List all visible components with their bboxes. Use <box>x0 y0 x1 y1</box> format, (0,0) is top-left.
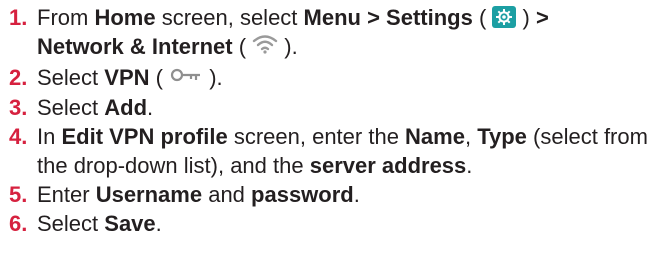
step-3: 3. Select Add. <box>9 93 653 122</box>
step-text: and <box>202 182 252 208</box>
step-bold-text: Username <box>95 182 203 208</box>
step-text: In <box>37 124 62 150</box>
vpn-key-icon <box>169 62 203 91</box>
step-text: ( <box>232 34 253 59</box>
step-number: 1. <box>9 5 28 30</box>
step-text: screen, enter the <box>227 124 406 150</box>
step-text: Select <box>37 95 105 121</box>
step-bold-text: password <box>251 182 354 208</box>
step-5: 5. Enter Username and password. <box>9 180 653 209</box>
step-number: 3. <box>9 95 28 121</box>
instruction-list: 1. From Home screen, select Menu > Setti… <box>9 3 653 238</box>
step-text: Select <box>37 64 105 90</box>
step-2: 2. Select VPN ( ). <box>9 63 653 94</box>
settings-gear-icon <box>492 6 517 29</box>
step-bold-text: Name <box>405 124 465 150</box>
step-number: 4. <box>9 124 28 150</box>
step-text: . <box>155 211 162 237</box>
step-text: , <box>464 124 478 150</box>
step-bold-text: > <box>535 5 549 30</box>
step-bold-text: VPN <box>104 64 150 90</box>
step-text: From <box>37 5 95 30</box>
step-text: ) <box>516 5 536 30</box>
step-text: . <box>147 95 154 121</box>
step-bold-text: Type <box>477 124 527 150</box>
step-text: . <box>466 153 473 179</box>
step-number: 2. <box>9 64 28 90</box>
step-text: . <box>353 182 360 208</box>
step-4: 4. In Edit VPN profile screen, enter the… <box>9 122 653 180</box>
step-text: screen, select <box>155 5 304 30</box>
step-bold-text: Home <box>94 5 156 30</box>
step-6: 6. Select Save. <box>9 209 653 238</box>
step-number: 5. <box>9 182 28 208</box>
step-bold-text: Save <box>104 211 156 237</box>
step-text: Select <box>37 211 105 237</box>
step-text: ( <box>149 64 170 90</box>
step-bold-text: server address <box>309 153 467 179</box>
step-number: 6. <box>9 211 28 237</box>
step-text: ). <box>203 64 223 90</box>
step-text: Enter <box>37 182 96 208</box>
step-bold-text: Edit VPN profile <box>61 124 228 150</box>
step-text: ( <box>472 5 493 30</box>
step-1: 1. From Home screen, select Menu > Setti… <box>9 3 653 63</box>
wifi-icon <box>252 32 278 61</box>
step-text: ). <box>278 34 298 59</box>
step-bold-text: Menu > Settings <box>303 5 473 30</box>
step-bold-text: Network & Internet <box>37 34 233 59</box>
step-bold-text: Add <box>104 95 148 121</box>
